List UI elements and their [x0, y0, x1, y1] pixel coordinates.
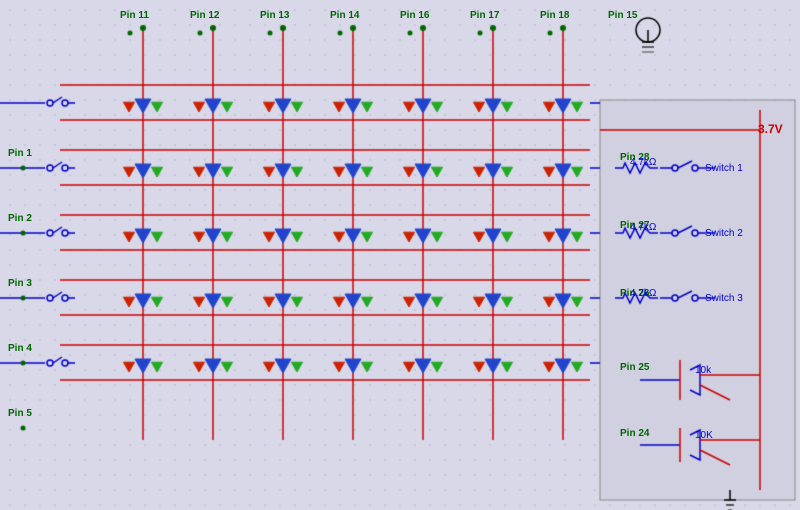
- pin11-label: Pin 11: [120, 10, 149, 21]
- switch2-label: Switch 2: [705, 228, 743, 239]
- r5-label: 10K: [695, 430, 713, 441]
- pin13-label: Pin 13: [260, 10, 289, 21]
- pin18-label: Pin 18: [540, 10, 569, 21]
- r1-label: 4.7kΩ: [630, 157, 656, 168]
- switch1-label: Switch 1: [705, 163, 743, 174]
- voltage-label: 3.7V: [758, 122, 783, 136]
- pin15-label: Pin 15: [608, 10, 637, 21]
- switch3-label: Switch 3: [705, 293, 743, 304]
- pin25-label: Pin 25: [620, 362, 649, 373]
- pin24-label: Pin 24: [620, 428, 649, 439]
- pin3-label: Pin 3: [8, 278, 32, 289]
- pin4-label: Pin 4: [8, 343, 32, 354]
- pin14-label: Pin 14: [330, 10, 359, 21]
- r2-label: 4.7kΩ: [630, 222, 656, 233]
- pin2-label: Pin 2: [8, 213, 32, 224]
- circuit-diagram: [0, 0, 800, 510]
- pin17-label: Pin 17: [470, 10, 499, 21]
- r3-label: 4.7kΩ: [630, 288, 656, 299]
- pin16-label: Pin 16: [400, 10, 429, 21]
- pin1-label: Pin 1: [8, 148, 32, 159]
- r4-label: 10k: [695, 365, 711, 376]
- pin12-label: Pin 12: [190, 10, 219, 21]
- pin5-label: Pin 5: [8, 408, 32, 419]
